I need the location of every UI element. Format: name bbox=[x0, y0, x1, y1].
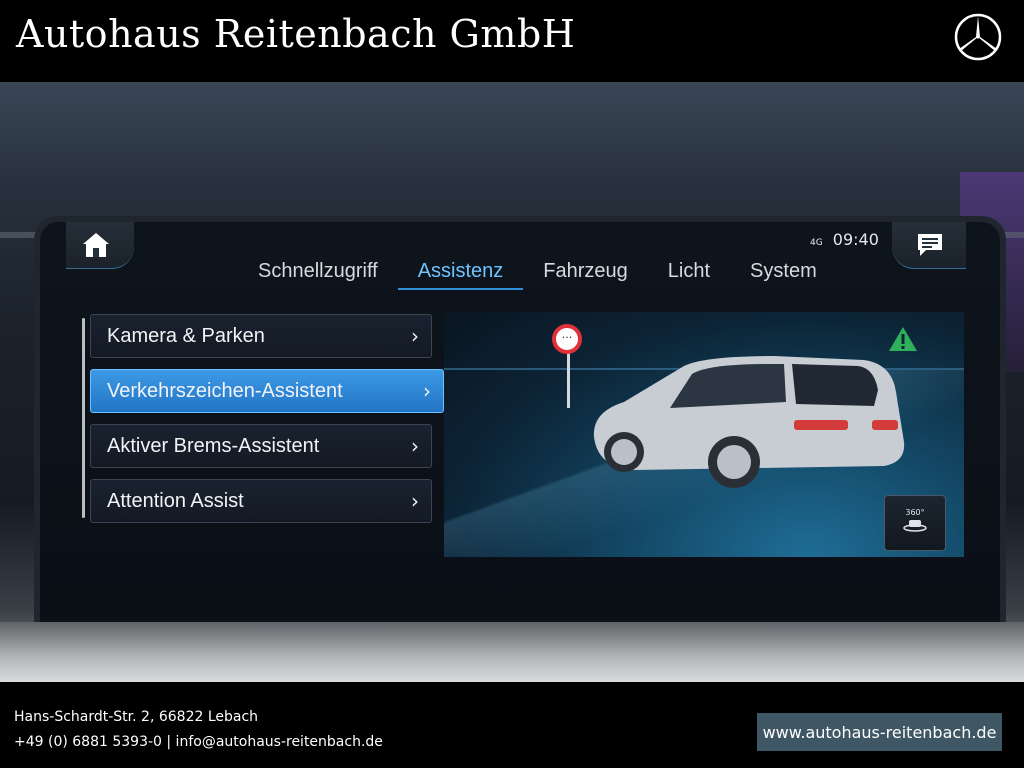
dashboard-trim bbox=[0, 622, 1024, 682]
tab-licht[interactable]: Licht bbox=[648, 260, 730, 290]
menu-item-attention-assist[interactable]: Attention Assist › bbox=[90, 479, 432, 523]
view360-label: 360° bbox=[905, 508, 925, 517]
network-indicator: 4G bbox=[810, 238, 823, 248]
dealer-title: Autohaus Reitenbach GmbH bbox=[16, 12, 576, 56]
chevron-right-icon: › bbox=[423, 379, 431, 403]
menu-item-verkehrszeichen-assistent[interactable]: Verkehrszeichen-Assistent › bbox=[90, 369, 444, 413]
menu-scrollbar[interactable] bbox=[82, 318, 85, 518]
dealer-address: Hans-Schardt-Str. 2, 66822 Lebach bbox=[14, 709, 259, 725]
clock: 09:40 bbox=[832, 230, 879, 249]
tab-bar: Schnellzugriff Assistenz Fahrzeug Licht … bbox=[238, 260, 837, 290]
sign-pole bbox=[567, 352, 570, 408]
chevron-right-icon: › bbox=[411, 434, 419, 458]
chevron-right-icon: › bbox=[411, 489, 419, 513]
messages-button[interactable] bbox=[892, 222, 966, 269]
assist-menu: Kamera & Parken › Verkehrszeichen-Assist… bbox=[90, 314, 450, 534]
dealer-footer: Hans-Schardt-Str. 2, 66822 Lebach +49 (0… bbox=[0, 682, 1024, 768]
status-bar: 4G 09:40 bbox=[810, 230, 879, 249]
menu-item-label: Attention Assist bbox=[107, 489, 244, 512]
home-icon bbox=[83, 233, 109, 257]
mercedes-star-logo-icon bbox=[954, 13, 1002, 61]
tab-schnellzugriff[interactable]: Schnellzugriff bbox=[238, 260, 398, 290]
car-icon bbox=[593, 356, 905, 488]
tab-fahrzeug[interactable]: Fahrzeug bbox=[523, 260, 648, 290]
infotainment-ui: 4G 09:40 Schnellzugriff Assistenz Fahrze… bbox=[66, 222, 966, 562]
menu-item-label: Verkehrszeichen-Assistent bbox=[107, 379, 343, 402]
dealer-banner: Autohaus Reitenbach GmbH bbox=[0, 0, 1024, 82]
tab-system[interactable]: System bbox=[730, 260, 837, 290]
assist-visualization: ··· 360° bbox=[444, 312, 964, 557]
tab-assistenz[interactable]: Assistenz bbox=[397, 260, 524, 290]
menu-item-aktiver-brems-assistent[interactable]: Aktiver Brems-Assistent › bbox=[90, 424, 432, 468]
menu-item-kamera-parken[interactable]: Kamera & Parken › bbox=[90, 314, 432, 358]
chevron-right-icon: › bbox=[411, 324, 419, 348]
camera-360-button[interactable]: 360° bbox=[884, 495, 946, 551]
message-icon bbox=[918, 234, 942, 256]
home-button[interactable] bbox=[66, 222, 134, 269]
menu-item-label: Aktiver Brems-Assistent bbox=[107, 434, 320, 457]
menu-item-label: Kamera & Parken bbox=[107, 324, 265, 347]
camera-360-icon bbox=[903, 520, 927, 532]
website-link[interactable]: www.autohaus-reitenbach.de bbox=[757, 713, 1002, 751]
dealer-contact: +49 (0) 6881 5393-0 | info@autohaus-reit… bbox=[14, 734, 383, 750]
